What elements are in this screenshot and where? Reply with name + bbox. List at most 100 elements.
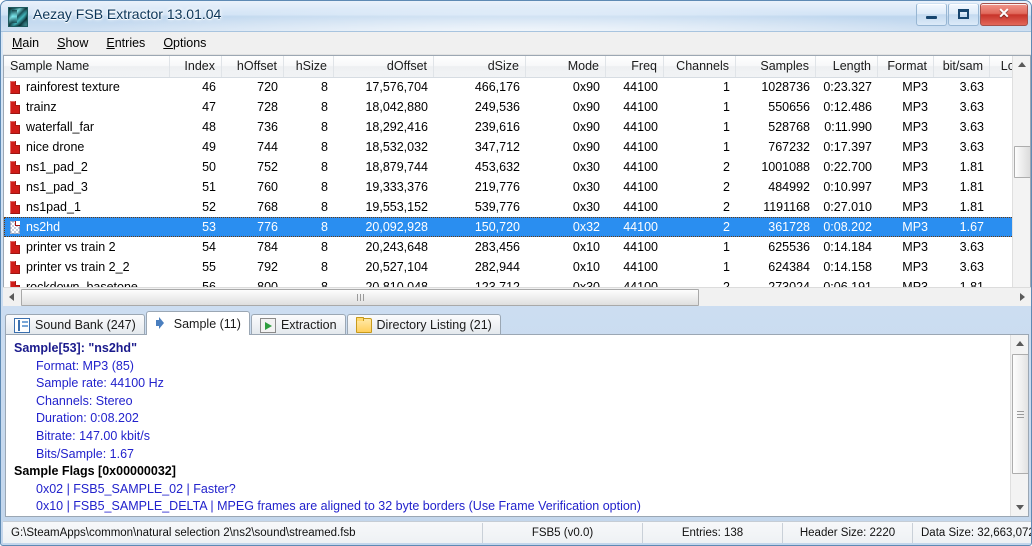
status-cell-2: Entries: 138: [643, 522, 783, 543]
list-vertical-scrollbar[interactable]: [1012, 56, 1030, 304]
cell-format: MP3: [902, 119, 928, 134]
column-header-channels[interactable]: Channels: [664, 56, 736, 77]
detail-line: Channels: Stereo: [36, 393, 133, 408]
detail-scroll-up-button[interactable]: [1011, 335, 1028, 352]
table-row[interactable]: ns1_pad_3 51 760 8 19,333,376 219,776 0x30 4410…: [4, 177, 1030, 197]
menu-accelerator: M: [12, 36, 23, 50]
cell-hoffset: 792: [257, 259, 278, 274]
tab-directory-listing-21[interactable]: Directory Listing (21): [346, 314, 501, 335]
table-row[interactable]: trainz 47 728 8 18,042,880 249,536 0x90 44100 1 5…: [4, 97, 1030, 117]
close-icon: ✕: [998, 5, 1010, 21]
column-header-freq[interactable]: Freq: [606, 56, 664, 77]
maximize-button[interactable]: [948, 3, 979, 26]
cell-freq: 44100: [623, 259, 658, 274]
table-row[interactable]: waterfall_far 48 736 8 18,292,416 239,616 0x90…: [4, 117, 1030, 137]
cell-bit-sam: 3.63: [959, 239, 984, 254]
grip-line: [1017, 410, 1024, 412]
document-icon: [10, 80, 20, 94]
list-header-row[interactable]: Sample Name Index hOffset hSize dOffset dSize…: [4, 56, 1030, 78]
document-icon: [10, 100, 20, 114]
cell-sample-name: ns2hd: [4, 218, 170, 237]
cell-index: 53: [202, 219, 216, 234]
detail-line: Sample[53]: "ns2hd": [14, 341, 137, 355]
document-icon: [10, 180, 20, 194]
close-button[interactable]: ✕: [980, 3, 1028, 26]
table-row[interactable]: printer vs train 2 54 784 8 20,243,648 283,45…: [4, 237, 1030, 257]
cell-channels: 1: [723, 239, 730, 254]
cell-length: 0:23.327: [823, 79, 872, 94]
column-header-hsize[interactable]: hSize: [284, 56, 334, 77]
cell-sample-name: nice drone: [4, 138, 170, 157]
sample-name-label: waterfall_far: [26, 119, 95, 134]
cell-mode: 0x90: [572, 119, 600, 134]
menu-item-options[interactable]: Options: [154, 34, 215, 52]
cell-format: MP3: [902, 139, 928, 154]
cell-freq: 44100: [623, 99, 658, 114]
table-row[interactable]: nice drone 49 744 8 18,532,032 347,712 0x90 441…: [4, 137, 1030, 157]
detail-scroll-thumb[interactable]: [1012, 354, 1028, 474]
scroll-left-button[interactable]: [3, 288, 20, 305]
tab-sound-bank-247[interactable]: Sound Bank (247): [5, 314, 145, 335]
cell-samples: 1028736: [761, 79, 810, 94]
cell-freq: 44100: [623, 79, 658, 94]
column-header-length[interactable]: Length: [816, 56, 878, 77]
grip-line: [1017, 413, 1024, 415]
status-cell-4: Data Size: 32,663,072: [921, 526, 1031, 539]
column-header-hoffset[interactable]: hOffset: [222, 56, 284, 77]
cell-dsize: 466,176: [474, 79, 520, 94]
list-vertical-scroll-thumb[interactable]: [1014, 146, 1030, 178]
cell-freq: 44100: [623, 179, 658, 194]
tab-strip[interactable]: Sound Bank (247) Sample (11) Extraction Dir…: [5, 311, 1029, 335]
menu-item-entries[interactable]: Entries: [97, 34, 154, 52]
column-header-samples[interactable]: Samples: [736, 56, 816, 77]
cell-samples: 1001088: [761, 159, 810, 174]
cell-hsize: 8: [321, 179, 328, 194]
column-header-format[interactable]: Format: [878, 56, 934, 77]
scroll-up-button[interactable]: [1013, 56, 1030, 73]
status-cell-0: G:\SteamApps\common\natural selection 2\…: [3, 522, 483, 543]
cell-hoffset: 744: [257, 139, 278, 154]
column-header-sample-name[interactable]: Sample Name: [4, 56, 170, 77]
list-horizontal-scroll-thumb[interactable]: [21, 289, 699, 306]
cell-channels: 2: [723, 159, 730, 174]
detail-scroll-down-button[interactable]: [1011, 499, 1028, 516]
cell-freq: 44100: [623, 239, 658, 254]
document-icon: [10, 160, 20, 174]
table-row[interactable]: rainforest texture 46 720 8 17,576,704 466,17…: [4, 77, 1030, 97]
tab-extraction[interactable]: Extraction: [250, 314, 346, 335]
column-header-mode[interactable]: Mode: [526, 56, 606, 77]
column-header-index[interactable]: Index: [170, 56, 222, 77]
detail-panel[interactable]: Sample[53]: "ns2hd" Format: MP3 (85) Sampl…: [5, 334, 1029, 517]
scroll-right-button[interactable]: [1014, 288, 1031, 305]
cell-sample-name: ns1_pad_2: [4, 158, 170, 177]
detail-line: Sample rate: 44100 Hz: [36, 376, 164, 391]
detail-vertical-scrollbar[interactable]: [1010, 335, 1028, 516]
table-row[interactable]: ns2hd 53 776 8 20,092,928 150,720 0x32 44100 2 36…: [4, 217, 1030, 237]
cell-format: MP3: [902, 159, 928, 174]
document-icon: [10, 140, 20, 154]
column-header-doffset[interactable]: dOffset: [334, 56, 434, 77]
sample-name-label: ns1_pad_3: [26, 179, 88, 194]
column-header-dsize[interactable]: dSize: [434, 56, 526, 77]
cell-doffset: 19,333,376: [365, 179, 428, 194]
column-header-bit-sam[interactable]: bit/sam: [934, 56, 990, 77]
cell-channels: 1: [723, 259, 730, 274]
maximize-icon: [958, 9, 969, 19]
cell-index: 55: [202, 259, 216, 274]
cell-channels: 1: [723, 99, 730, 114]
cell-samples: 528768: [768, 119, 810, 134]
table-row[interactable]: ns1_pad_2 50 752 8 18,879,744 453,632 0x30 4410…: [4, 157, 1030, 177]
table-row[interactable]: ns1pad_1 52 768 8 19,553,152 539,776 0x30 44100…: [4, 197, 1030, 217]
cell-samples: 624384: [768, 259, 810, 274]
list-body[interactable]: rainforest texture 46 720 8 17,576,704 466,17…: [4, 77, 1030, 297]
menu-item-show[interactable]: Show: [48, 34, 97, 52]
list-horizontal-scrollbar[interactable]: [3, 287, 1031, 306]
tab-sample-11[interactable]: Sample (11): [145, 311, 250, 335]
folder-icon: [355, 316, 372, 333]
table-row[interactable]: printer vs train 2_2 55 792 8 20,527,104 282,…: [4, 257, 1030, 277]
minimize-button[interactable]: [916, 3, 947, 26]
sample-list[interactable]: Sample Name Index hOffset hSize dOffset dSize…: [3, 55, 1031, 305]
menu-item-main[interactable]: Main: [3, 34, 48, 52]
cell-bit-sam: 1.81: [959, 179, 984, 194]
cell-index: 54: [202, 239, 216, 254]
